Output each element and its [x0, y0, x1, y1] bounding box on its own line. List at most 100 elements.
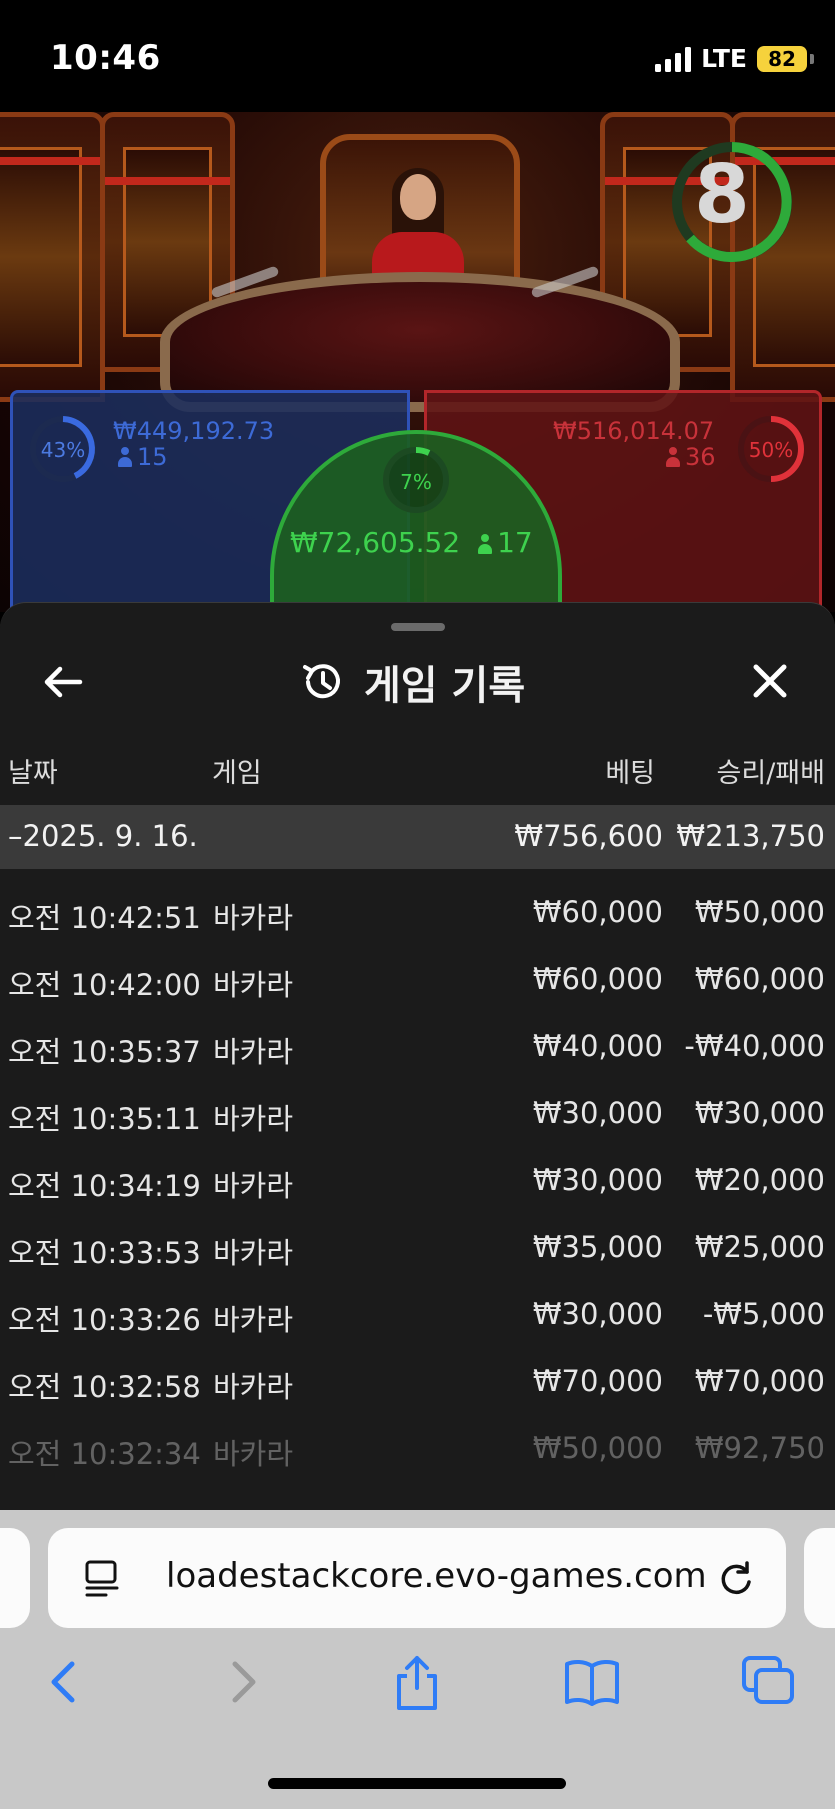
- reload-icon[interactable]: [716, 1558, 756, 1598]
- row-bet: ₩30,000: [532, 1096, 663, 1130]
- player-percent: 43%: [40, 438, 86, 462]
- row-game: 바카라: [213, 1169, 294, 1203]
- header-game[interactable]: 게임: [212, 751, 262, 790]
- forward-icon[interactable]: [213, 1652, 273, 1712]
- row-time: 오전 10:34:19: [8, 1169, 201, 1203]
- row-time: 오전 10:42:51: [8, 901, 201, 935]
- header-result[interactable]: 승리/패배: [717, 751, 825, 790]
- date-group-label: –2025. 9. 16.: [8, 819, 198, 853]
- row-time: 오전 10:33:26: [8, 1303, 201, 1337]
- tie-percent: 7%: [400, 470, 432, 494]
- battery-icon: 82: [757, 45, 814, 72]
- header-bet[interactable]: 베팅: [605, 751, 655, 790]
- row-bet: ₩30,000: [532, 1163, 663, 1197]
- row-result: ₩92,750: [694, 1431, 825, 1465]
- drag-handle[interactable]: [391, 623, 445, 631]
- dealer-face: [400, 174, 436, 220]
- row-time: 오전 10:32:58: [8, 1370, 201, 1404]
- row-result: ₩25,000: [694, 1230, 825, 1264]
- home-indicator[interactable]: [268, 1778, 566, 1789]
- date-group-result-total: ₩213,750: [676, 819, 825, 853]
- table-row[interactable]: 오전 10:33:26 바카라 ₩30,000 -₩5,000: [0, 1287, 835, 1354]
- row-game: 바카라: [213, 1236, 294, 1270]
- decor-pillar-left: [0, 112, 105, 402]
- page-menu-icon[interactable]: [84, 1558, 120, 1598]
- row-time: 오전 10:33:53: [8, 1236, 201, 1270]
- person-icon: [117, 447, 133, 467]
- table-row[interactable]: 오전 10:42:51 바카라 ₩60,000 ₩50,000: [0, 885, 835, 952]
- row-game: 바카라: [213, 1102, 294, 1136]
- browser-chrome: loadestackcore.evo-games.com: [0, 1510, 835, 1809]
- url-text[interactable]: loadestackcore.evo-games.com: [166, 1556, 736, 1596]
- history-list: 오전 10:42:51 바카라 ₩60,000 ₩50,000 오전 10:42:00…: [0, 885, 835, 1488]
- row-bet: ₩50,000: [532, 1431, 663, 1465]
- bookmarks-icon[interactable]: [562, 1652, 622, 1712]
- row-bet: ₩60,000: [532, 962, 663, 996]
- row-result: -₩40,000: [684, 1029, 825, 1063]
- row-result: ₩30,000: [694, 1096, 825, 1130]
- tie-bettor-count: 17: [497, 526, 533, 559]
- previous-tab-card[interactable]: [0, 1528, 30, 1628]
- table-row[interactable]: 오전 10:32:58 바카라 ₩70,000 ₩70,000: [0, 1354, 835, 1421]
- banker-percent: 50%: [748, 438, 794, 462]
- row-game: 바카라: [213, 1303, 294, 1337]
- panel-title: 게임 기록: [364, 663, 526, 709]
- history-icon: [303, 664, 340, 699]
- panel-header: 게임 기록: [0, 645, 835, 715]
- table-header: 날짜 게임 베팅 승리/패배: [0, 751, 835, 795]
- live-game-view: 8 43% ₩449,192.73 15 ₩516,014.07 36 50% …: [0, 112, 835, 612]
- player-bet-amount: ₩449,192.73: [113, 417, 275, 445]
- row-bet: ₩30,000: [532, 1297, 663, 1331]
- player-bettors: 15: [117, 443, 168, 471]
- row-result: ₩50,000: [694, 895, 825, 929]
- back-icon[interactable]: [34, 1652, 94, 1712]
- banker-bettor-count: 36: [685, 443, 716, 471]
- banker-bettors: 36: [665, 443, 716, 471]
- date-group-bet-total: ₩756,600: [514, 819, 663, 853]
- tie-bet-amount: ₩72,605.52: [290, 526, 461, 559]
- back-arrow-icon[interactable]: [38, 657, 88, 707]
- person-icon: [665, 447, 681, 467]
- row-game: 바카라: [213, 1370, 294, 1404]
- row-result: -₩5,000: [702, 1297, 825, 1331]
- browser-toolbar: [0, 1652, 835, 1732]
- banker-bet-amount: ₩516,014.07: [553, 417, 715, 445]
- row-result: ₩60,000: [694, 962, 825, 996]
- url-value: loadestackcore.evo-games.com: [166, 1556, 707, 1596]
- row-time: 오전 10:32:34: [8, 1437, 201, 1471]
- table-row[interactable]: 오전 10:33:53 바카라 ₩35,000 ₩25,000: [0, 1220, 835, 1287]
- person-icon: [477, 534, 493, 554]
- address-bar[interactable]: loadestackcore.evo-games.com: [48, 1528, 786, 1628]
- table-row[interactable]: 오전 10:35:11 바카라 ₩30,000 ₩30,000: [0, 1086, 835, 1153]
- network-type: LTE: [701, 44, 747, 73]
- signal-icon: [655, 46, 692, 72]
- table-row[interactable]: 오전 10:32:34 바카라 ₩50,000 ₩92,750: [0, 1421, 835, 1488]
- table-row[interactable]: 오전 10:42:00 바카라 ₩60,000 ₩60,000: [0, 952, 835, 1019]
- row-time: 오전 10:35:11: [8, 1102, 201, 1136]
- row-game: 바카라: [213, 1437, 294, 1471]
- row-bet: ₩60,000: [532, 895, 663, 929]
- row-time: 오전 10:35:37: [8, 1035, 201, 1069]
- row-result: ₩20,000: [694, 1163, 825, 1197]
- row-result: ₩70,000: [694, 1364, 825, 1398]
- status-indicators: LTE 82: [655, 44, 814, 73]
- next-tab-card[interactable]: [804, 1528, 835, 1628]
- countdown-number: 8: [694, 148, 750, 241]
- row-bet: ₩70,000: [532, 1364, 663, 1398]
- row-game: 바카라: [213, 901, 294, 935]
- status-time: 10:46: [50, 38, 161, 78]
- status-bar: 10:46 LTE 82: [0, 0, 835, 112]
- tabs-icon[interactable]: [738, 1652, 798, 1712]
- row-time: 오전 10:42:00: [8, 968, 201, 1002]
- table-row[interactable]: 오전 10:34:19 바카라 ₩30,000 ₩20,000: [0, 1153, 835, 1220]
- share-icon[interactable]: [387, 1652, 447, 1712]
- battery-level: 82: [768, 46, 796, 71]
- date-group-row[interactable]: –2025. 9. 16. ₩756,600 ₩213,750: [0, 805, 835, 869]
- row-game: 바카라: [213, 968, 294, 1002]
- table-row[interactable]: 오전 10:35:37 바카라 ₩40,000 -₩40,000: [0, 1019, 835, 1086]
- row-bet: ₩35,000: [532, 1230, 663, 1264]
- close-icon[interactable]: [746, 657, 794, 705]
- header-date[interactable]: 날짜: [8, 751, 58, 790]
- panel-title-group: 게임 기록: [300, 653, 525, 711]
- player-bettor-count: 15: [137, 443, 168, 471]
